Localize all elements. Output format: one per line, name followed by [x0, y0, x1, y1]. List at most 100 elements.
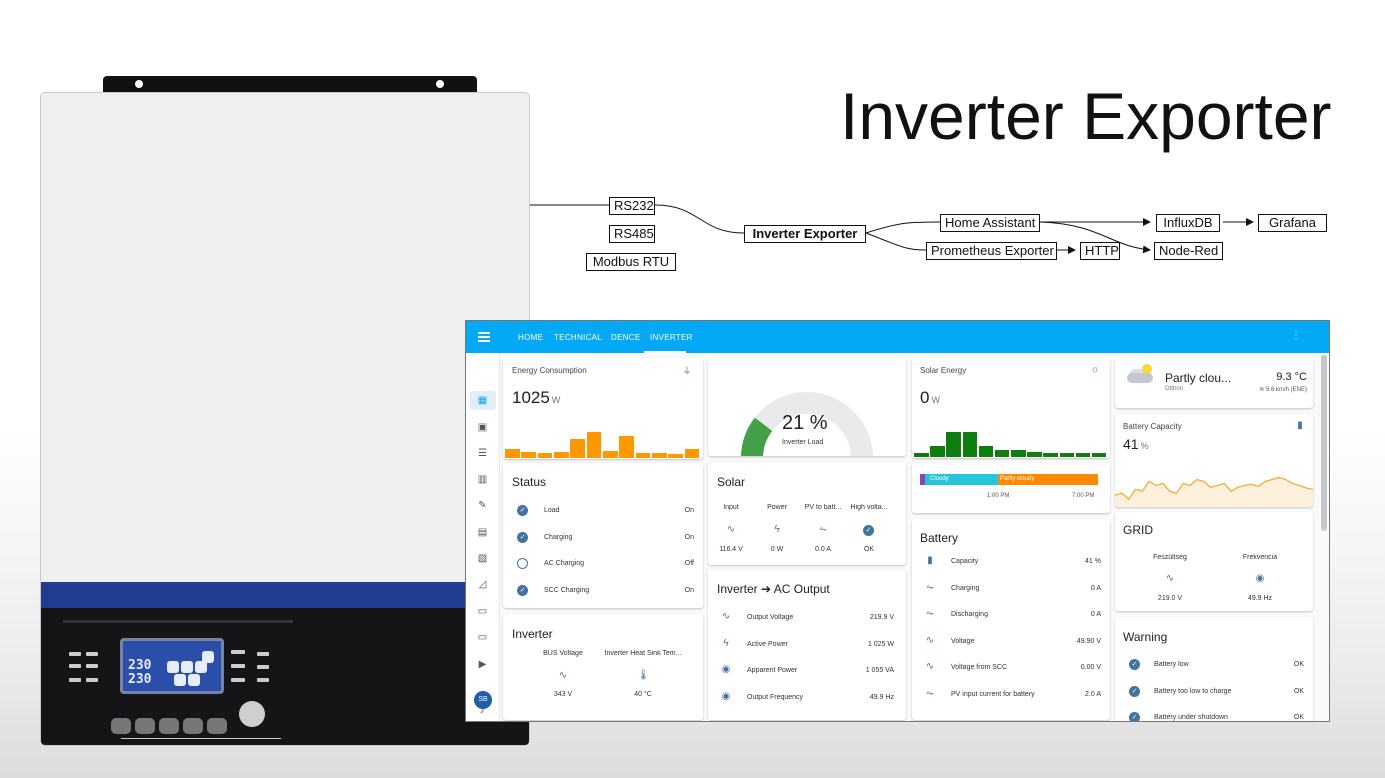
weather-location: Otthon — [1165, 386, 1184, 392]
active-tab-indicator — [644, 351, 686, 353]
bar — [554, 451, 569, 458]
bar — [1075, 452, 1091, 457]
row-value: 2.0 A — [1085, 690, 1101, 698]
tab-technical[interactable]: TECHNICAL — [554, 333, 602, 342]
scrollbar[interactable] — [1321, 355, 1327, 531]
current-icon: ⏦ — [818, 524, 828, 535]
solar-energy-title: Solar Energy — [920, 366, 967, 375]
chart-icon[interactable]: ▤ — [477, 527, 488, 538]
inverter-card: Inverter BUS Voltage ∿ 343 V Inverter Heat … — [503, 614, 703, 720]
led-indicator — [257, 652, 269, 656]
menu-icon[interactable] — [478, 332, 490, 342]
row-label: Capacity — [951, 558, 979, 565]
row-label: Apparent Power — [747, 667, 798, 674]
home-assistant-dashboard: HOME TECHNICAL DENCE INVERTER ⋮ ▦ ▣ ☰ ▥ … — [465, 320, 1330, 722]
current-icon: ⏦ — [925, 608, 935, 619]
battery-capacity-title: Battery Capacity — [1123, 422, 1182, 431]
current-icon: ⏦ — [925, 581, 935, 593]
console-icon[interactable]: ▭ — [477, 632, 488, 643]
row-value: 0.00 V — [1080, 664, 1101, 671]
bar — [994, 449, 1010, 457]
forecast-segment-cloudy: Cloudy — [925, 474, 998, 485]
weather-card[interactable]: Partly clou... Otthon 9.3 °C ≋ 5.6 km/h … — [1115, 358, 1313, 408]
column-value: 219.0 V — [1157, 595, 1183, 602]
row-value: 49.90 V — [1076, 637, 1101, 645]
weather-wind: ≋ 5.6 km/h (ENE) — [1259, 387, 1307, 393]
inverter-knob — [239, 701, 265, 727]
empty-circle-icon — [517, 558, 528, 569]
history-icon[interactable]: ▥ — [477, 474, 488, 485]
dashboard-icon[interactable]: ▦ — [477, 395, 488, 406]
battery-capacity-card[interactable]: Battery Capacity ▮ 41% — [1115, 414, 1313, 507]
bar — [684, 448, 700, 458]
bar — [570, 439, 586, 458]
flow-node-influxdb: InfluxDB — [1156, 214, 1220, 232]
flow-node-http: HTTP — [1080, 242, 1120, 260]
column-heading: Inverter Heat Sink Tem... — [604, 650, 682, 657]
led-indicator — [231, 650, 245, 654]
inverter-blue-stripe — [41, 582, 529, 608]
inverter-load-gauge-card[interactable]: 21 % Inverter Load — [708, 358, 906, 456]
status-title: Status — [512, 475, 547, 489]
connector-line — [865, 232, 927, 251]
flow-node-inverter-exporter: Inverter Exporter — [744, 225, 866, 243]
status-value: On — [684, 507, 694, 514]
sine-wave-icon: ∿ — [558, 670, 568, 681]
terminal-icon[interactable]: ▭ — [477, 606, 488, 617]
check-icon: ✓ — [1129, 685, 1140, 697]
battery-card: Battery ▮ Capacity 41 % ⏦ Charging 0 A ⏦ Discha… — [912, 519, 1110, 720]
solar-energy-card[interactable]: Solar Energy ☼ 0W — [912, 358, 1110, 458]
graph-icon[interactable]: ◿ — [477, 579, 488, 590]
image-icon[interactable]: ▧ — [477, 553, 488, 564]
tab-dence[interactable]: DENCE — [611, 333, 641, 342]
column-heading: PV to batt... — [804, 504, 842, 511]
battery-capacity-line-graph — [1115, 476, 1313, 507]
energy-bar-graph — [505, 416, 701, 458]
tab-inverter[interactable]: INVERTER — [650, 333, 693, 342]
bar — [1011, 450, 1026, 457]
row-label: Output Frequency — [747, 693, 804, 701]
current-icon: ⏦ — [925, 687, 935, 699]
column-value: 116.4 V — [719, 546, 743, 553]
partly-cloudy-icon — [1127, 364, 1153, 383]
led-indicator — [231, 664, 245, 668]
more-options-icon[interactable]: ⋮ — [1291, 331, 1301, 341]
led-indicator — [69, 664, 81, 668]
wrench-icon[interactable]: ✎ — [477, 500, 488, 511]
energy-consumption-title: Energy Consumption — [512, 366, 587, 375]
flow-node-prometheus-exporter: Prometheus Exporter — [926, 242, 1057, 260]
bar — [668, 453, 684, 458]
lightning-icon: ϟ — [774, 524, 780, 535]
column-heading: High volta... — [850, 504, 888, 511]
column-heading: BUS Voltage — [543, 650, 583, 657]
check-icon: ✓ — [517, 531, 528, 543]
inverter-control-panel: 230 230 — [41, 608, 529, 745]
warning-label: Battery too low to charge — [1154, 687, 1232, 695]
user-avatar[interactable]: SB — [474, 691, 492, 709]
sun-icon: ☼ — [1090, 364, 1100, 375]
energy-consumption-value: 1025 W — [512, 388, 561, 407]
bar — [978, 445, 994, 457]
row-label: Voltage — [951, 637, 975, 645]
mounting-hole — [135, 80, 143, 88]
led-indicator — [86, 652, 98, 656]
logbook-icon[interactable]: ☰ — [477, 448, 488, 459]
bar — [652, 452, 667, 458]
row-label: Active Power — [747, 640, 788, 648]
led-indicator — [257, 665, 269, 669]
lcd-line-2: 230 — [128, 672, 152, 687]
tab-home[interactable]: HOME — [518, 333, 543, 342]
led-indicator — [69, 678, 81, 682]
column-value: OK — [863, 546, 875, 553]
sidebar: ▦ ▣ ☰ ▥ ✎ ▤ ▧ ◿ ▭ ▭ ▶ ♪ SB — [466, 353, 500, 721]
flow-node-node-red: Node-Red — [1154, 242, 1223, 260]
check-icon: ✓ — [1129, 712, 1140, 721]
energy-consumption-card[interactable]: Energy Consumption ⏚ 1025 W — [503, 358, 703, 459]
ac-output-card: Inverter ➔ AC Output ∿ Output Voltage 219.… — [708, 570, 906, 720]
led-indicator — [231, 678, 245, 682]
row-label: Charging — [951, 584, 980, 592]
check-icon: ✓ — [1129, 659, 1140, 670]
map-icon[interactable]: ▣ — [477, 422, 488, 433]
media-icon[interactable]: ▶ — [477, 659, 488, 670]
forecast-segment-partly-cloudy: Partly cloudy — [998, 474, 1098, 485]
